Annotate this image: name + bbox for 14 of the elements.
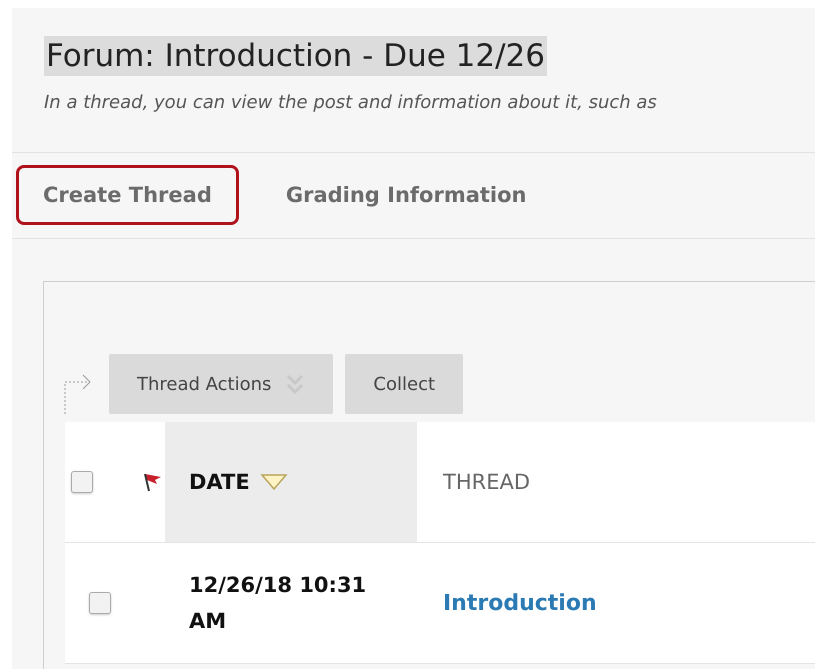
date-cell-text: 12/26/18 10:31 AM <box>189 572 368 635</box>
sort-triangle-icon[interactable] <box>260 473 288 491</box>
row-checkbox[interactable] <box>89 592 111 614</box>
action-link[interactable]: Create Thread <box>16 165 239 225</box>
page-title: Forum: Introduction - Due 12/26 <box>44 36 547 76</box>
select-all-checkbox[interactable] <box>71 471 93 493</box>
page-description: In a thread, you can view the post and information about it, such as <box>44 92 658 113</box>
collect-button[interactable]: Collect <box>345 354 464 414</box>
thread-link[interactable]: Introduction <box>443 590 597 616</box>
action-link[interactable]: Grading Information <box>258 165 554 225</box>
column-header[interactable]: DATE <box>189 470 250 494</box>
flag-icon <box>141 472 163 492</box>
column-header[interactable]: THREAD <box>443 470 530 494</box>
thread-actions-menu[interactable]: Thread Actions <box>109 354 334 414</box>
